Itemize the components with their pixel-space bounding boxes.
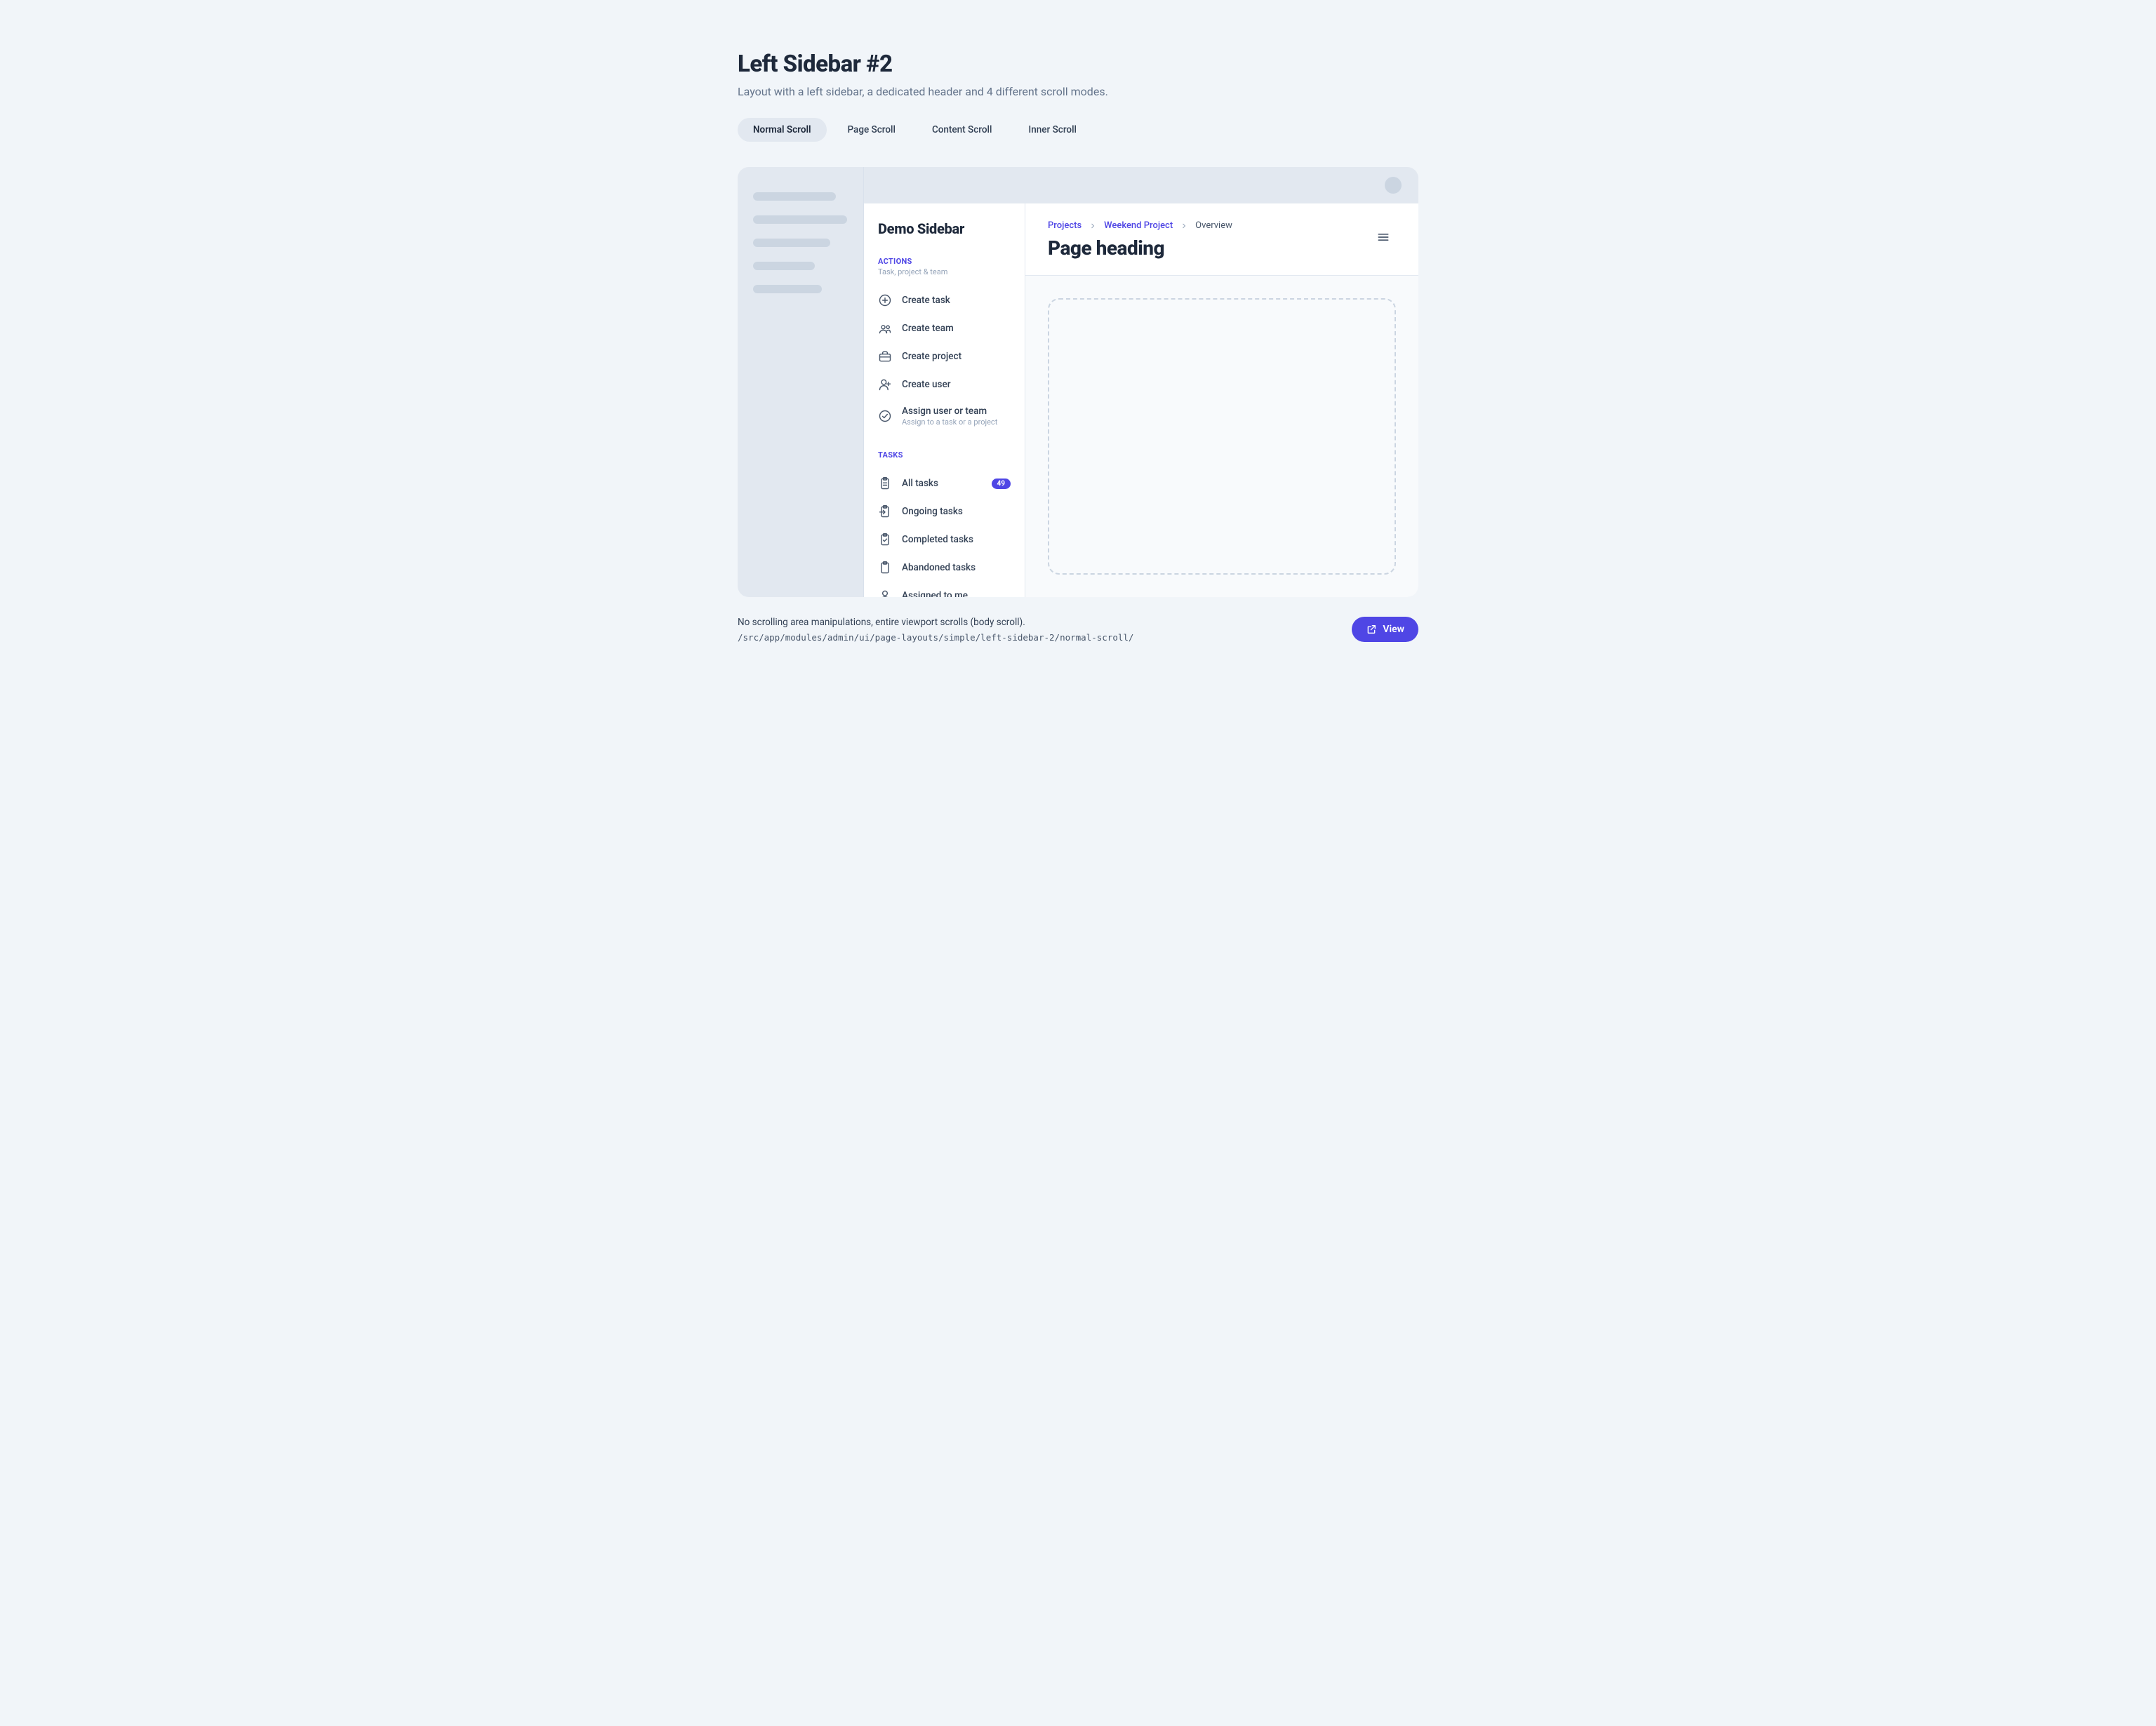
sidebar-item-completed-tasks[interactable]: Completed tasks bbox=[878, 526, 1011, 554]
sidebar-item-label: Assigned to me bbox=[902, 590, 968, 597]
tab-normal-scroll[interactable]: Normal Scroll bbox=[738, 118, 827, 142]
external-link-icon bbox=[1366, 624, 1377, 635]
preview-frame: Demo Sidebar ACTIONS Task, project & tea… bbox=[738, 167, 1418, 597]
sidebar-item-label: Abandoned tasks bbox=[902, 562, 976, 573]
sidebar-title: Demo Sidebar bbox=[878, 220, 1011, 237]
sidebar-item-label: Create user bbox=[902, 379, 951, 390]
tab-inner-scroll[interactable]: Inner Scroll bbox=[1013, 118, 1092, 142]
skeleton-row bbox=[753, 192, 836, 201]
sidebar-item-label: Completed tasks bbox=[902, 534, 973, 545]
breadcrumb-projects[interactable]: Projects bbox=[1048, 220, 1082, 231]
sidebar-item-ongoing-tasks[interactable]: Ongoing tasks bbox=[878, 497, 1011, 526]
sidebar-item-create-user[interactable]: Create user bbox=[878, 370, 1011, 399]
skeleton-row bbox=[753, 262, 815, 270]
view-button-label: View bbox=[1383, 624, 1404, 635]
clipboard-icon bbox=[878, 561, 892, 575]
page-title: Left Sidebar #2 bbox=[738, 51, 1418, 78]
sidebar-item-label: Create task bbox=[902, 295, 950, 306]
tab-content-scroll[interactable]: Content Scroll bbox=[917, 118, 1007, 142]
menu-icon bbox=[1376, 230, 1390, 244]
menu-button[interactable] bbox=[1371, 225, 1396, 250]
users-icon bbox=[878, 321, 892, 335]
chevron-right-icon bbox=[1180, 222, 1188, 230]
sidebar-item-create-project[interactable]: Create project bbox=[878, 342, 1011, 370]
sidebar-section-sub-actions: Task, project & team bbox=[878, 267, 1011, 276]
skeleton-row bbox=[753, 285, 822, 293]
skeleton-row bbox=[753, 239, 830, 247]
sidebar-item-label: Create team bbox=[902, 323, 954, 334]
avatar[interactable] bbox=[1385, 177, 1402, 194]
footer-description: No scrolling area manipulations, entire … bbox=[738, 617, 1133, 628]
main-area: Projects Weekend Project Overview Page h… bbox=[1025, 203, 1418, 597]
clipboard-list-icon bbox=[878, 476, 892, 490]
sidebar-item-create-team[interactable]: Create team bbox=[878, 314, 1011, 342]
main-header: Projects Weekend Project Overview Page h… bbox=[1025, 203, 1418, 276]
sidebar-section-heading-actions: ACTIONS bbox=[878, 257, 1011, 266]
content-placeholder bbox=[1048, 298, 1396, 575]
demo-sidebar: Demo Sidebar ACTIONS Task, project & tea… bbox=[864, 203, 1025, 597]
sidebar-section-heading-tasks: TASKS bbox=[878, 450, 1011, 460]
main-body bbox=[1025, 276, 1418, 597]
breadcrumb-overview: Overview bbox=[1195, 220, 1232, 231]
user-plus-icon bbox=[878, 377, 892, 392]
tab-page-scroll[interactable]: Page Scroll bbox=[832, 118, 911, 142]
sidebar-item-label: Ongoing tasks bbox=[902, 506, 963, 517]
clipboard-import-icon bbox=[878, 504, 892, 519]
sidebar-item-all-tasks[interactable]: All tasks 49 bbox=[878, 469, 1011, 497]
page-heading: Page heading bbox=[1048, 236, 1232, 260]
skeleton-row bbox=[753, 215, 847, 224]
breadcrumb: Projects Weekend Project Overview bbox=[1048, 220, 1232, 231]
sidebar-item-assign[interactable]: Assign user or team Assign to a task or … bbox=[878, 399, 1011, 434]
plus-circle-icon bbox=[878, 293, 892, 307]
page-subtitle: Layout with a left sidebar, a dedicated … bbox=[738, 85, 1418, 98]
check-circle-icon bbox=[878, 409, 892, 423]
chevron-right-icon bbox=[1089, 222, 1097, 230]
sidebar-item-label: Create project bbox=[902, 351, 961, 362]
tabs: Normal Scroll Page Scroll Content Scroll… bbox=[738, 118, 1418, 142]
badge-count: 49 bbox=[992, 479, 1011, 489]
sidebar-item-desc: Assign to a task or a project bbox=[902, 417, 1011, 427]
footer-path: /src/app/modules/admin/ui/page-layouts/s… bbox=[738, 632, 1133, 643]
skeleton-nav bbox=[738, 167, 864, 597]
breadcrumb-weekend[interactable]: Weekend Project bbox=[1104, 220, 1173, 231]
view-button[interactable]: View bbox=[1352, 617, 1418, 642]
topbar bbox=[864, 167, 1418, 203]
user-icon bbox=[878, 589, 892, 597]
clipboard-check-icon bbox=[878, 533, 892, 547]
sidebar-item-assigned-to-me[interactable]: Assigned to me bbox=[878, 582, 1011, 597]
sidebar-item-label: All tasks bbox=[902, 478, 938, 489]
sidebar-item-label: Assign user or team bbox=[902, 406, 987, 417]
briefcase-icon bbox=[878, 349, 892, 363]
sidebar-item-abandoned-tasks[interactable]: Abandoned tasks bbox=[878, 554, 1011, 582]
sidebar-item-create-task[interactable]: Create task bbox=[878, 286, 1011, 314]
